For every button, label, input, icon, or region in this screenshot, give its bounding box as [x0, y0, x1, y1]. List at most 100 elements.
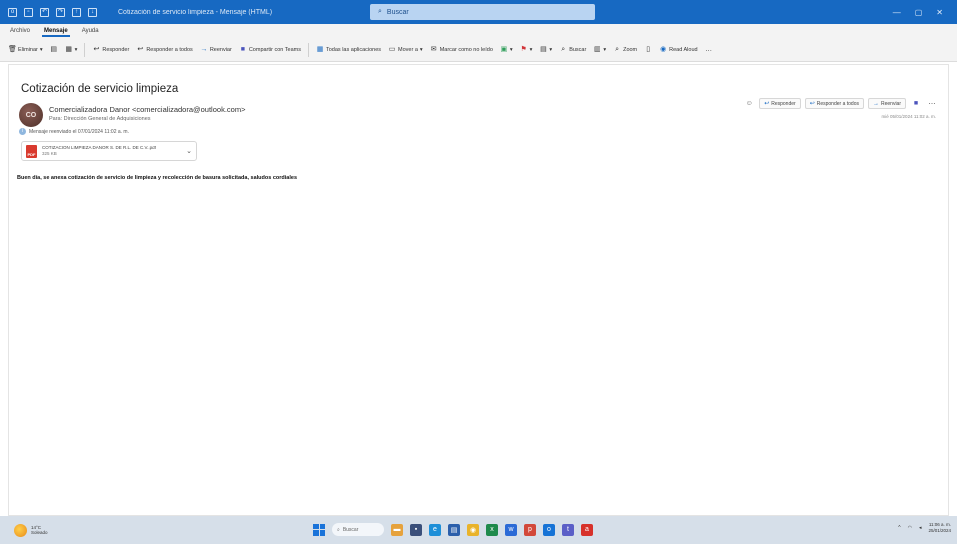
attachment-card[interactable]: PDF COTIZACION LIMPIEZA DANOR S. DE R.L.…	[21, 141, 197, 161]
volume-icon[interactable]: ◂	[919, 525, 922, 531]
zoom-button[interactable]: ⌕ Zoom	[613, 46, 637, 54]
ribbon-tabs: Archivo Mensaje Ayuda	[0, 24, 957, 38]
ribbon-toolbar: 🗑 Eliminar ▾ ▤ ▦ ▾ ↩ Responder ↩ Responde…	[0, 38, 957, 62]
teams-icon: ■	[240, 45, 245, 53]
taskbar-apps: ⌕ Buscar ▬ ▪ e ▤ ◉ x w p o t a	[313, 523, 593, 536]
task-view-icon[interactable]: ▪	[410, 523, 422, 536]
chevron-down-icon: ▾	[549, 46, 553, 53]
info-icon: i	[19, 128, 26, 135]
tab-archivo[interactable]: Archivo	[8, 28, 32, 34]
teams-icon[interactable]: ■	[910, 98, 922, 109]
message-date: mié 05/01/2024 11:02 a. m.	[881, 114, 936, 119]
find-button[interactable]: ⌕ Buscar	[559, 46, 586, 54]
close-icon[interactable]: ✕	[936, 8, 943, 17]
forward-icon: →	[872, 100, 879, 107]
tab-mensaje[interactable]: Mensaje	[42, 28, 70, 37]
undo-icon[interactable]: ↶	[40, 7, 49, 17]
report-icon: ▦	[65, 45, 72, 53]
translate-icon: ▥	[594, 45, 601, 53]
message-actions: ☺ ↩ Responder ↩ Responder a todos → Reen…	[743, 98, 938, 109]
up-icon[interactable]: ↑	[72, 7, 81, 17]
search-icon: ⌕	[337, 526, 340, 533]
pdf-file-icon: PDF	[26, 144, 37, 158]
outlook-taskbar-icon[interactable]: o	[543, 523, 555, 536]
sender-address[interactable]: Comercializadora Danor <comercializadora…	[49, 105, 245, 114]
attachment-size: 325 KB	[42, 151, 57, 156]
more-icon[interactable]: ⋯	[926, 98, 938, 109]
chevron-down-icon: ▾	[419, 46, 423, 53]
search-icon: ⌕	[378, 8, 382, 15]
chrome-icon[interactable]: ◉	[467, 523, 479, 536]
excel-icon[interactable]: x	[486, 523, 498, 536]
delete-button[interactable]: 🗑 Eliminar ▾	[8, 46, 43, 54]
reply-action-button[interactable]: ↩ Responder	[759, 98, 801, 109]
forward-icon: →	[200, 45, 208, 53]
powerpoint-icon[interactable]: p	[524, 523, 536, 536]
more-options-button[interactable]: …	[705, 46, 713, 54]
forwarded-notice: i Mensaje reenviado el 07/01/2024 11:02 …	[19, 128, 129, 135]
all-apps-button[interactable]: ▦ Todas las aplicaciones	[316, 46, 381, 54]
outlook-icon[interactable]: o	[8, 7, 17, 17]
windows-start-icon[interactable]	[313, 523, 325, 536]
window-controls: — ▢ ✕	[893, 8, 957, 17]
emoji-icon[interactable]: ☺	[743, 98, 755, 109]
down-icon[interactable]: ↓	[88, 7, 97, 17]
reply-all-icon: ↩	[809, 101, 815, 107]
edge-icon[interactable]: e	[429, 523, 441, 536]
sender-avatar[interactable]: CO	[19, 103, 43, 127]
minimize-icon[interactable]: —	[893, 8, 901, 17]
reply-all-button[interactable]: ↩ Responder a todos	[136, 46, 192, 54]
taskbar-search[interactable]: ⌕ Buscar	[332, 523, 384, 536]
reading-pane: Cotización de servicio limpieza CO Comer…	[8, 64, 949, 516]
envelope-icon: ✉	[430, 45, 437, 53]
word-icon[interactable]: w	[505, 523, 517, 536]
title-search-box[interactable]: ⌕ Buscar	[370, 4, 595, 20]
chevron-down-icon[interactable]: ⌄	[186, 147, 192, 155]
chevron-down-icon: ▾	[74, 46, 78, 53]
chevron-down-icon: ▾	[529, 46, 533, 53]
mark-unread-button[interactable]: ✉ Marcar como no leído	[430, 46, 493, 54]
immersive-reader-button[interactable]: ▯	[644, 46, 652, 54]
categorize-button[interactable]: ▣ ▾	[500, 46, 513, 54]
reply-all-action-button[interactable]: ↩ Responder a todos	[804, 98, 864, 109]
apps-icon: ▦	[316, 45, 324, 53]
rules-icon: ▤	[540, 45, 547, 53]
maximize-icon[interactable]: ▢	[915, 8, 923, 17]
file-explorer-icon[interactable]: ▤	[448, 523, 460, 536]
widget-app-icon[interactable]: ▬	[391, 523, 403, 536]
forward-action-button[interactable]: → Reenviar	[867, 98, 906, 109]
read-aloud-button[interactable]: ◉ Read Aloud	[659, 45, 698, 54]
more-icon: …	[705, 45, 713, 53]
message-body: Buen día, se anexa cotización de servici…	[17, 175, 297, 181]
recipient-line: Para: Dirección General de Adquisiciones	[49, 116, 151, 122]
acrobat-icon[interactable]: a	[581, 523, 593, 536]
zoom-icon: ⌕	[615, 45, 620, 53]
window-title: Cotización de servicio limpieza - Mensaj…	[118, 8, 273, 16]
archive-button[interactable]: ▤	[50, 46, 58, 54]
move-button[interactable]: ▭ Mover a ▾	[388, 46, 423, 54]
report-button[interactable]: ▦ ▾	[65, 45, 78, 54]
tab-ayuda[interactable]: Ayuda	[80, 28, 101, 34]
divider	[308, 42, 309, 57]
save-icon[interactable]: ▫	[24, 7, 33, 17]
weather-widget[interactable]: 14°C Soleado	[0, 523, 120, 537]
redo-icon[interactable]: ↷	[56, 7, 65, 17]
taskbar: 14°C Soleado ⌕ Buscar ▬ ▪ e ▤ ◉ x w p o …	[0, 516, 957, 544]
chevron-down-icon: ▾	[39, 46, 43, 53]
reply-button[interactable]: ↩ Responder	[92, 46, 129, 54]
wifi-icon[interactable]: ◠	[908, 525, 912, 531]
sun-icon	[14, 523, 27, 537]
translate-button[interactable]: ▥ ▾	[593, 46, 606, 54]
teams-share-button[interactable]: ■ Compartir con Teams	[239, 46, 301, 54]
speaker-icon: ◉	[660, 45, 667, 53]
flag-icon: ⚑	[520, 45, 527, 53]
chevron-up-icon[interactable]: ^	[898, 525, 900, 531]
forward-button[interactable]: → Reenviar	[200, 46, 232, 54]
flag-button[interactable]: ⚑ ▾	[520, 46, 533, 54]
attachment-name: COTIZACION LIMPIEZA DANOR S. DE R.L. DE …	[42, 145, 156, 150]
system-clock[interactable]: 11:06 a. m. 25/01/2024	[928, 522, 951, 534]
teams-taskbar-icon[interactable]: t	[562, 523, 574, 536]
divider	[84, 42, 86, 57]
message-subject: Cotización de servicio limpieza	[21, 83, 179, 95]
rules-button[interactable]: ▤ ▾	[539, 46, 552, 54]
